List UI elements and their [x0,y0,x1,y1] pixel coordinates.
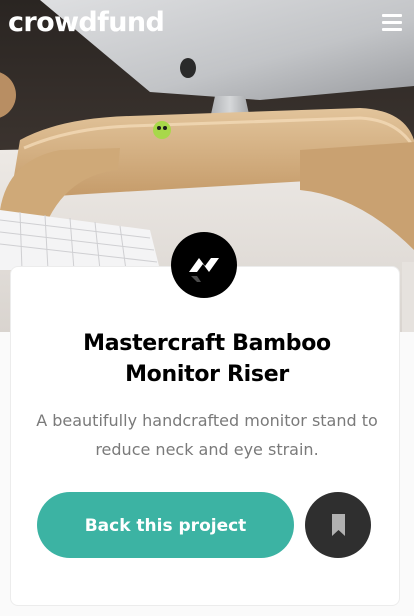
bookmark-icon [332,514,345,536]
project-title: Mastercraft Bamboo Monitor Riser [0,328,414,390]
mastercraft-logo-icon [171,232,237,298]
project-title-line: Mastercraft Bamboo [83,331,331,356]
crowdfund-logo[interactable]: crowdfund [8,4,165,42]
project-description: A beautifully handcrafted monitor stand … [30,406,384,464]
menu-bar [382,28,402,31]
project-description-line: reduce neck and eye strain. [95,440,319,459]
menu-bar [382,21,402,24]
project-title-line: Monitor Riser [125,362,289,387]
site-header: crowdfund [0,0,414,48]
project-description-line: A beautifully handcrafted monitor stand … [36,411,378,430]
menu-bar [382,14,402,17]
back-this-project-button[interactable]: Back this project [37,492,294,558]
hamburger-menu-icon[interactable] [382,14,402,32]
bookmark-button[interactable] [305,492,371,558]
